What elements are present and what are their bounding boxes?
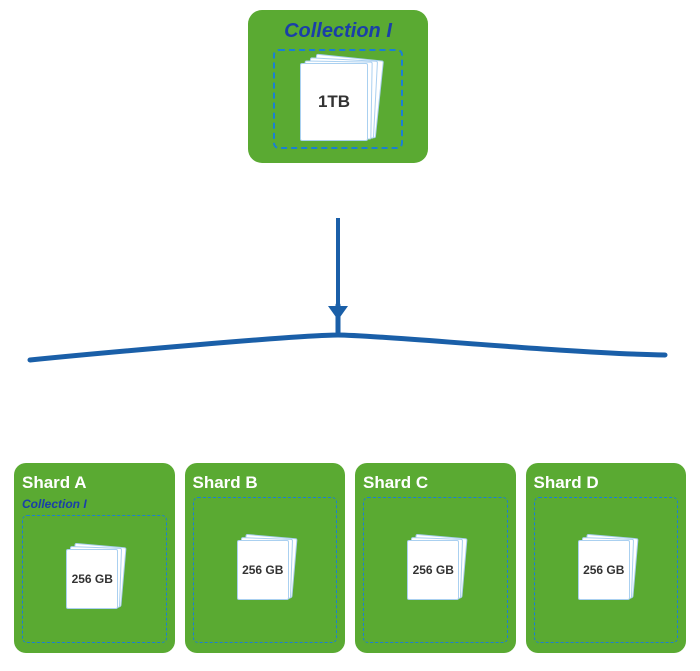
curved-line-svg [0, 295, 700, 375]
doc-stack: 1TB [298, 57, 378, 142]
shard-a-doc-stack: 256 GB [64, 545, 124, 613]
diagram-container: Collection I 1TB Shard A Collection I [0, 0, 700, 671]
shard-b-docs-wrapper: 256 GB [193, 497, 338, 643]
shard-d-doc-front: 256 GB [578, 540, 630, 600]
collection-title: Collection I [284, 20, 392, 43]
docs-stack-wrapper: 1TB [273, 49, 403, 149]
shard-c-docs-wrapper: 256 GB [363, 497, 508, 643]
shard-c-title: Shard C [363, 473, 428, 493]
shard-a-title: Shard A [22, 473, 87, 493]
shard-a-docs-wrapper: 256 GB [22, 515, 167, 643]
shard-b-title: Shard B [193, 473, 258, 493]
shard-d-title: Shard D [534, 473, 599, 493]
shard-box-c: Shard C 256 GB [355, 463, 516, 653]
top-collection-box: Collection I 1TB [248, 10, 428, 163]
shard-c-doc-front: 256 GB [407, 540, 459, 600]
shard-box-a: Shard A Collection I 256 GB [14, 463, 175, 653]
shard-box-d: Shard D 256 GB [526, 463, 687, 653]
shard-d-doc-stack: 256 GB [576, 536, 636, 604]
shard-c-doc-stack: 256 GB [405, 536, 465, 604]
shard-box-b: Shard B 256 GB [185, 463, 346, 653]
shard-a-doc-front: 256 GB [66, 549, 118, 609]
shard-b-doc-front: 256 GB [237, 540, 289, 600]
doc-page-front: 1TB [300, 63, 368, 141]
shard-b-doc-stack: 256 GB [235, 536, 295, 604]
shards-row: Shard A Collection I 256 GB Shard B [14, 463, 686, 653]
shard-d-docs-wrapper: 256 GB [534, 497, 679, 643]
shard-a-collection-label: Collection I [22, 497, 87, 511]
